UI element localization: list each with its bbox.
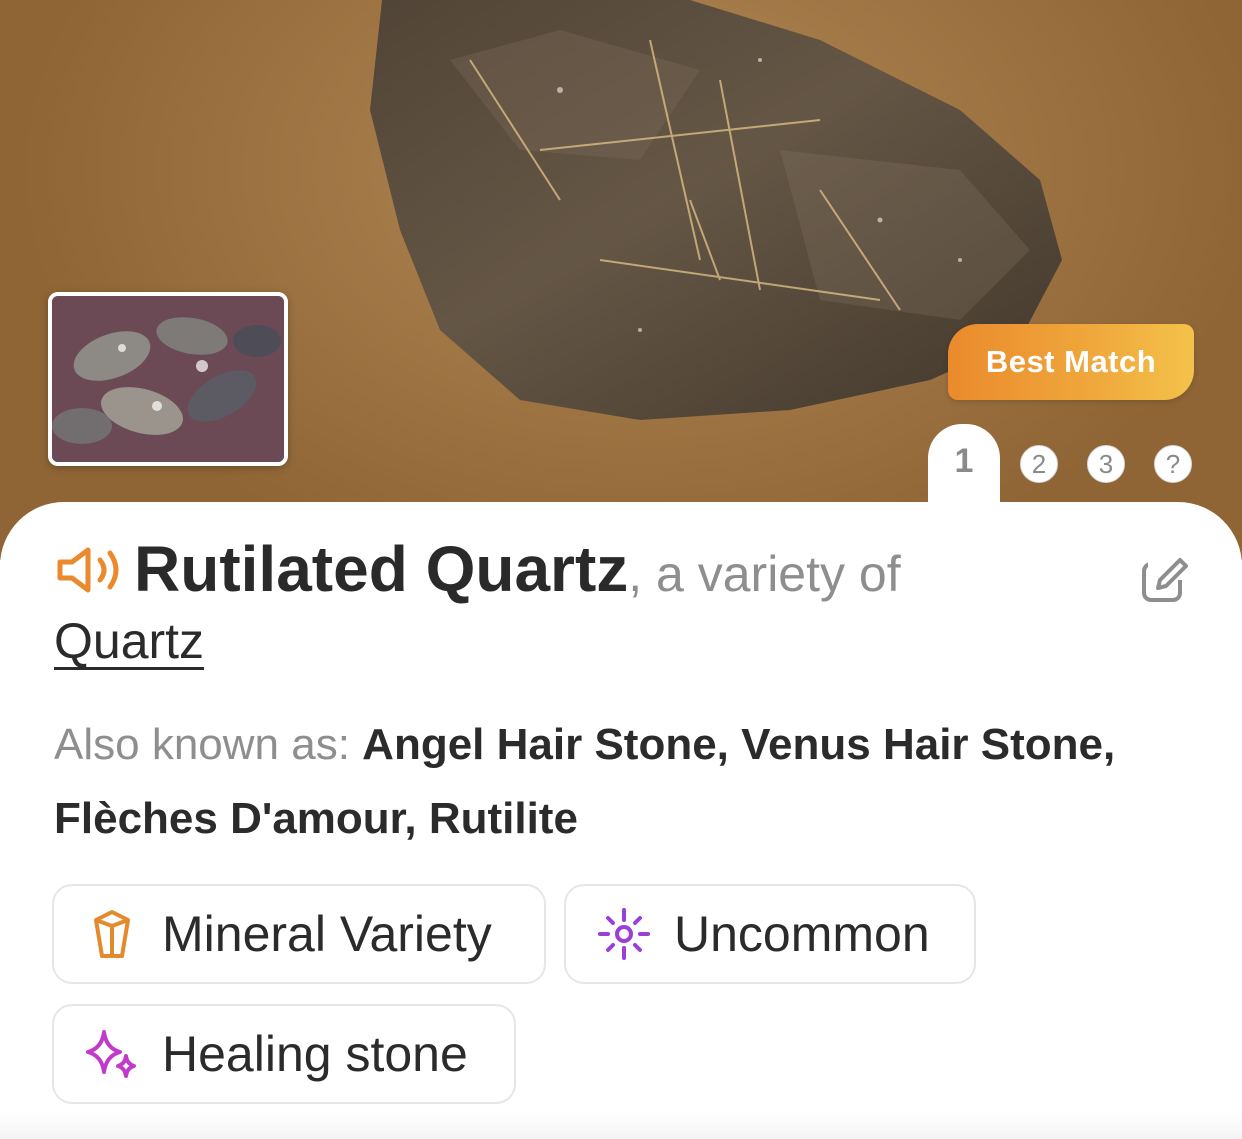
crystal-illustration xyxy=(370,0,1062,420)
tag-mineral-variety[interactable]: Mineral Variety xyxy=(52,884,546,984)
speaker-icon[interactable] xyxy=(54,545,124,595)
bottom-shade xyxy=(0,1112,1242,1139)
tag-label: Uncommon xyxy=(674,906,930,962)
sparkle-burst-icon xyxy=(598,908,650,960)
tumbled-stones-image xyxy=(52,296,284,462)
crystal-icon xyxy=(94,910,130,958)
sparkles-icon xyxy=(86,1030,136,1078)
tag-uncommon[interactable]: Uncommon xyxy=(564,884,976,984)
parent-mineral-link[interactable]: Quartz xyxy=(54,608,204,674)
tag-label: Healing stone xyxy=(162,1026,468,1082)
also-known-as: Also known as: Angel Hair Stone, Venus H… xyxy=(54,708,1174,856)
tag-label: Mineral Variety xyxy=(162,906,492,962)
specimen-photo[interactable]: Best Match xyxy=(0,0,1242,560)
edit-icon[interactable] xyxy=(1140,556,1190,606)
page-dot-3[interactable]: 3 xyxy=(1087,445,1125,483)
best-match-badge: Best Match xyxy=(948,324,1194,400)
mineral-name: Rutilated Quartz xyxy=(134,533,629,605)
aka-label: Also known as: xyxy=(54,720,350,769)
variety-of-text: , a variety of xyxy=(628,546,901,602)
page-tab-1[interactable]: 1 xyxy=(928,424,1000,514)
page-dot-2[interactable]: 2 xyxy=(1020,445,1058,483)
result-title: Rutilated Quartz, a variety of xyxy=(54,532,1114,611)
tag-healing-stone[interactable]: Healing stone xyxy=(52,1004,516,1104)
page-dot-unknown[interactable]: ? xyxy=(1154,445,1192,483)
thumbnail-photo[interactable] xyxy=(48,292,288,466)
